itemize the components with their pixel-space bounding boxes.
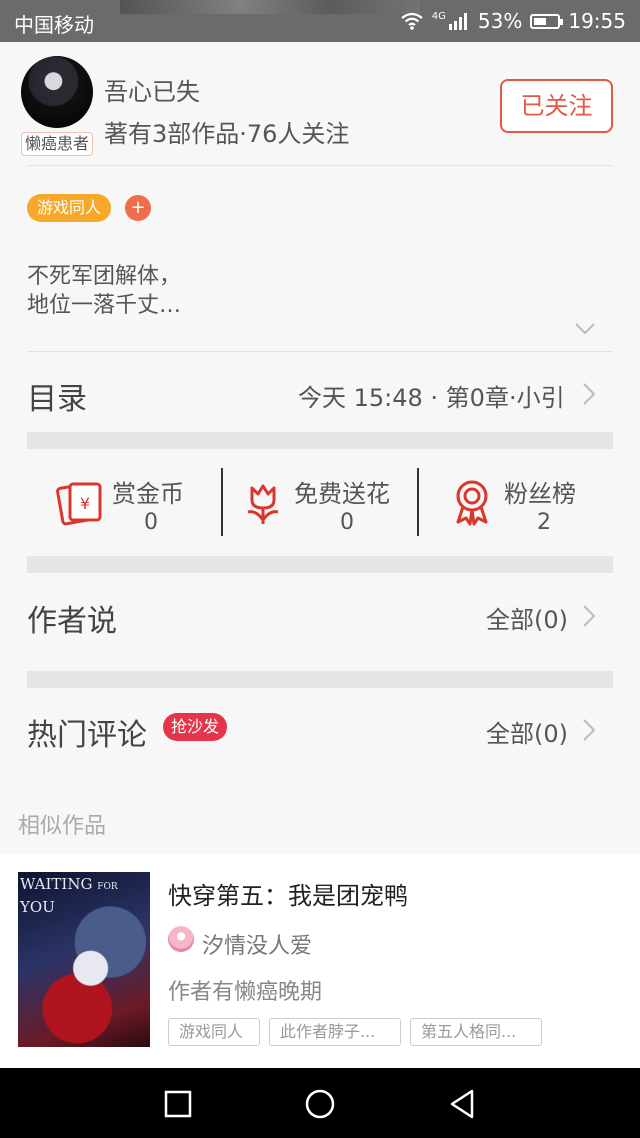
- divider: [27, 165, 613, 166]
- author-stats: 著有3部作品·76人关注: [104, 120, 350, 148]
- red-envelope-icon: ¥: [56, 482, 102, 526]
- stat-fans[interactable]: 粉丝榜 2: [452, 470, 592, 536]
- book-tag[interactable]: 此作者脖子...: [269, 1018, 401, 1046]
- carrier-label: 中国移动: [14, 13, 94, 37]
- author-header: 懒癌患者 吾心已失 著有3部作品·76人关注 已关注: [0, 42, 640, 166]
- stat-flower[interactable]: 免费送花 0: [244, 470, 414, 536]
- battery-icon: [530, 13, 564, 29]
- author-avatar: [168, 926, 194, 952]
- avatar-badge: 懒癌患者: [21, 132, 93, 156]
- chevron-down-icon[interactable]: [574, 322, 596, 336]
- book-intro[interactable]: 不死军团解体， 地位一落千丈…: [27, 262, 181, 320]
- intro-line: 地位一落千丈…: [27, 293, 182, 318]
- book-author: 汐情没人爱: [202, 934, 313, 959]
- book-title: 快穿第五：我是团宠鸭: [168, 882, 408, 910]
- home-button[interactable]: [304, 1088, 336, 1120]
- chevron-right-icon: [583, 719, 596, 741]
- section-divider: [27, 432, 613, 449]
- hot-comments-all-link: 全部(0): [486, 720, 568, 748]
- stat-value: 0: [340, 510, 354, 535]
- stat-divider: [417, 468, 419, 536]
- stat-divider: [221, 468, 223, 536]
- stat-value: 0: [144, 510, 158, 535]
- book-cover[interactable]: WAITING FOR YOU: [18, 872, 150, 1047]
- follow-button[interactable]: 已关注: [500, 79, 613, 133]
- intro-line: 不死军团解体，: [27, 264, 182, 289]
- author-says-label: 作者说: [27, 604, 117, 639]
- avatar[interactable]: [21, 56, 93, 128]
- similar-works-title: 相似作品: [18, 814, 107, 839]
- stat-value: 2: [537, 510, 551, 535]
- status-right: 4G 53% 19:55: [400, 9, 626, 33]
- book-tag[interactable]: 第五人格同...: [410, 1018, 542, 1046]
- divider: [27, 351, 613, 352]
- similar-book-card[interactable]: WAITING FOR YOU 快穿第五：我是团宠鸭 汐情没人爱 作者有懒癌晚期…: [0, 854, 640, 1068]
- wifi-icon: [401, 12, 423, 30]
- clock: 19:55: [568, 9, 626, 33]
- svg-text:¥: ¥: [80, 494, 90, 513]
- chevron-right-icon: [583, 605, 596, 627]
- author-says-all-link: 全部(0): [486, 606, 568, 634]
- stat-label: 粉丝榜: [504, 480, 576, 508]
- section-divider: [27, 556, 613, 573]
- toc-label: 目录: [27, 382, 87, 417]
- tag-chip[interactable]: 游戏同人: [27, 194, 112, 222]
- medal-icon: [456, 480, 488, 526]
- toc-latest-chapter: 今天 15:48 · 第0章·小引: [298, 384, 565, 412]
- flower-icon: [247, 484, 279, 524]
- stat-label: 免费送花: [294, 480, 390, 508]
- hot-comments-label: 热门评论: [27, 718, 147, 753]
- back-button[interactable]: [446, 1088, 478, 1120]
- add-tag-button[interactable]: +: [125, 195, 151, 221]
- book-description: 作者有懒癌晚期: [168, 980, 323, 1005]
- system-nav-bar: [0, 1068, 640, 1138]
- status-bar: 中国移动 4G 53% 19:55: [0, 0, 640, 42]
- stat-label: 赏金币: [112, 480, 184, 508]
- stat-reward[interactable]: ¥ 赏金币 0: [56, 470, 216, 536]
- battery-percent: 53%: [477, 9, 523, 33]
- author-name[interactable]: 吾心已失: [104, 72, 200, 107]
- recent-apps-button[interactable]: [162, 1088, 194, 1120]
- sofa-badge: 抢沙发: [163, 713, 228, 741]
- notification-preview: [120, 0, 420, 14]
- cover-text: WAITING FOR YOU: [20, 875, 118, 916]
- chevron-right-icon: [583, 383, 596, 405]
- network-type: 4G: [431, 10, 446, 22]
- book-tag[interactable]: 游戏同人: [168, 1018, 260, 1046]
- section-divider: [27, 671, 613, 688]
- signal-icon: [448, 13, 467, 30]
